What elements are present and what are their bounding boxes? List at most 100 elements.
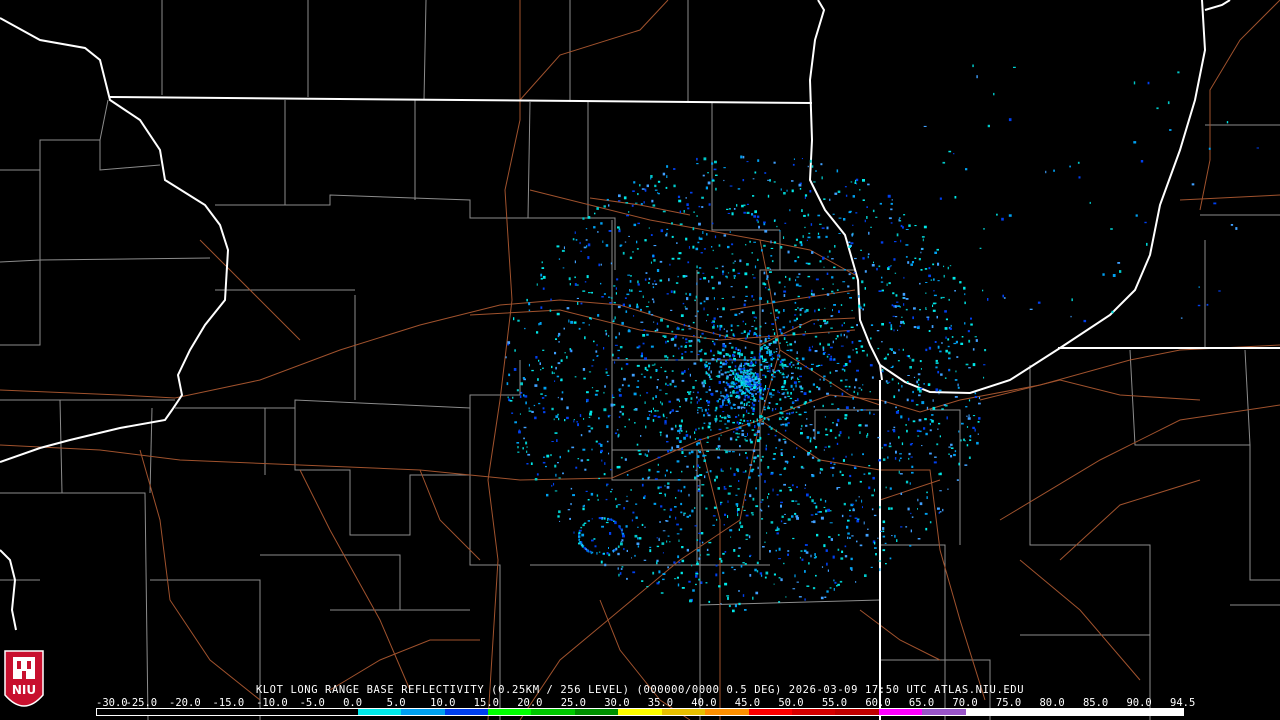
echo-pixel <box>715 390 719 393</box>
echo-pixel <box>1156 107 1159 110</box>
echo-pixel <box>705 297 709 301</box>
echo-pixel <box>794 301 797 304</box>
echo-pixel <box>731 346 734 349</box>
echo-pixel <box>841 474 844 476</box>
echo-pixel <box>778 438 781 442</box>
echo-pixel <box>587 425 591 427</box>
echo-pixel <box>765 571 769 575</box>
echo-pixel <box>615 287 617 290</box>
echo-pixel <box>621 367 623 370</box>
echo-pixel <box>729 366 731 368</box>
echo-pixel <box>588 371 592 373</box>
echo-pixel <box>722 272 724 276</box>
echo-pixel <box>763 358 767 362</box>
echo-pixel <box>649 546 652 548</box>
echo-pixel <box>693 362 697 365</box>
echo-pixel <box>937 370 940 374</box>
echo-pixel <box>730 407 733 410</box>
echo-pixel <box>699 407 703 409</box>
echo-pixel <box>854 257 857 260</box>
echo-pixel <box>575 239 578 241</box>
echo-pixel <box>853 406 855 409</box>
echo-pixel <box>954 196 957 199</box>
echo-pixel <box>549 309 552 312</box>
echo-pixel <box>544 395 547 397</box>
echo-pixel <box>978 402 981 405</box>
echo-pixel <box>898 459 901 462</box>
echo-pixel <box>645 306 649 308</box>
echo-pixel <box>779 329 782 333</box>
echo-pixel <box>729 231 731 233</box>
echo-pixel <box>629 280 632 283</box>
echo-pixel <box>770 240 772 244</box>
echo-pixel <box>506 382 509 386</box>
echo-pixel <box>750 388 754 391</box>
echo-pixel <box>775 529 778 531</box>
echo-pixel <box>744 384 746 387</box>
echo-pixel <box>748 390 750 393</box>
echo-pixel <box>603 293 606 295</box>
echo-pixel <box>751 514 754 516</box>
echo-pixel <box>649 414 651 416</box>
echo-pixel <box>897 382 900 385</box>
echo-pixel <box>654 330 657 332</box>
echo-pixel <box>859 480 862 483</box>
colorbar-segment <box>878 709 923 715</box>
echo-pixel <box>1256 147 1259 149</box>
echo-pixel <box>651 364 655 366</box>
echo-pixel <box>894 534 896 538</box>
echo-pixel <box>813 502 817 504</box>
echo-pixel <box>641 483 644 487</box>
echo-pixel <box>605 498 608 501</box>
echo-pixel <box>879 506 881 509</box>
echo-pixel <box>609 302 612 304</box>
echo-pixel <box>759 350 762 352</box>
echo-pixel <box>947 338 950 341</box>
echo-pixel <box>845 455 847 458</box>
echo-pixel <box>705 186 708 190</box>
echo-pixel <box>922 238 924 242</box>
echo-pixel <box>580 250 582 252</box>
echo-pixel <box>608 518 612 521</box>
echo-pixel <box>723 234 727 237</box>
echo-pixel <box>560 397 563 401</box>
echo-pixel <box>817 214 821 217</box>
echo-pixel <box>656 537 658 539</box>
echo-pixel <box>748 535 751 539</box>
echo-pixel <box>906 355 909 357</box>
echo-pixel <box>825 509 828 513</box>
echo-pixel <box>819 223 822 225</box>
echo-pixel <box>574 231 576 234</box>
echo-pixel <box>738 423 740 425</box>
echo-pixel <box>770 473 774 475</box>
echo-pixel <box>953 453 956 457</box>
echo-pixel <box>711 222 714 225</box>
echo-pixel <box>820 498 822 501</box>
echo-pixel <box>897 305 900 307</box>
echo-pixel <box>770 255 773 257</box>
echo-pixel <box>810 554 812 558</box>
echo-pixel <box>738 313 741 315</box>
echo-pixel <box>764 229 768 233</box>
echo-pixel <box>698 267 702 269</box>
echo-pixel <box>566 307 570 310</box>
echo-pixel <box>507 343 510 346</box>
echo-pixel <box>678 400 680 403</box>
echo-pixel <box>927 317 930 321</box>
echo-pixel <box>899 453 902 455</box>
echo-pixel <box>644 239 647 242</box>
echo-pixel <box>841 514 844 518</box>
echo-pixel <box>947 488 949 490</box>
echo-pixel <box>617 545 620 548</box>
echo-pixel <box>718 398 721 400</box>
echo-pixel <box>757 430 760 433</box>
echo-pixel <box>954 450 957 453</box>
echo-pixel <box>646 417 650 420</box>
echo-pixel <box>857 392 859 396</box>
echo-pixel <box>831 403 834 405</box>
echo-pixel <box>959 281 962 284</box>
echo-pixel <box>756 376 758 379</box>
echo-pixel <box>891 378 894 381</box>
echo-pixel <box>811 499 814 503</box>
echo-pixel <box>859 431 861 434</box>
